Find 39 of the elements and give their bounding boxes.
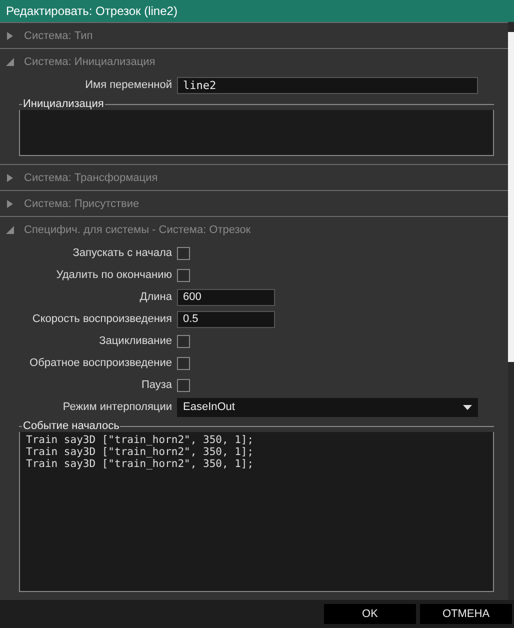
group-legend: Событие началось xyxy=(22,420,120,432)
field-label: Скорость воспроизведения xyxy=(31,313,172,325)
code-line: Train say3D ["train_horn2", 350, 1]; xyxy=(26,458,255,470)
code-line: Train say3D ["train_horn2", 350, 1]; xyxy=(26,446,255,458)
checkbox-label: Зацикливание xyxy=(98,335,172,347)
code-line: Train say3D ["train_horn2", 350, 1]; xyxy=(26,434,255,446)
collapsed-triangle-icon xyxy=(6,32,14,40)
text-field[interactable]: 0.5 xyxy=(177,310,275,328)
checkbox[interactable] xyxy=(177,334,190,348)
checkbox-label: Запускать с начала xyxy=(72,247,172,259)
dropdown[interactable]: EaseInOut xyxy=(177,398,478,416)
text-area[interactable] xyxy=(19,110,494,156)
field-label: Длина xyxy=(138,291,172,303)
expanded-triangle-icon xyxy=(6,58,14,66)
section-header[interactable]: Система: Инициализация xyxy=(0,48,508,74)
field-label: Имя переменной xyxy=(84,79,172,91)
checkbox[interactable] xyxy=(177,268,190,282)
section-header[interactable]: Система: Тип xyxy=(0,22,508,48)
checkbox[interactable] xyxy=(177,378,190,392)
section-header[interactable]: Специфич. для системы - Система: Отрезок xyxy=(0,216,508,242)
text-area[interactable]: Train say3D ["train_horn2", 350, 1]; Train say3D ["train_horn2", 350, 1]; Train say3D ["train_horn2", 350, 1]; xyxy=(19,432,494,592)
caret-icon xyxy=(463,404,472,410)
field-label: Режим интерполяции xyxy=(62,401,172,413)
checkbox[interactable] xyxy=(177,356,190,370)
checkbox-label: Обратное воспроизведение xyxy=(28,357,172,369)
text-field[interactable]: 600 xyxy=(177,288,275,306)
collapsed-triangle-icon xyxy=(6,174,14,182)
section-header[interactable]: Система: Присутствие xyxy=(0,190,508,216)
text-field[interactable]: line2 xyxy=(177,76,478,94)
section-header[interactable]: Система: Трансформация xyxy=(0,164,508,190)
checkbox-label: Удалить по окончанию xyxy=(55,269,172,281)
group-legend: Инициализация xyxy=(22,98,105,110)
window-title: Редактировать: Отрезок (line2) xyxy=(0,0,514,22)
dialog-button[interactable]: ОТМЕНА xyxy=(420,604,512,624)
dialog-button[interactable]: OK xyxy=(324,604,416,624)
checkbox-label: Пауза xyxy=(140,379,172,391)
collapsed-triangle-icon xyxy=(6,200,14,208)
checkbox[interactable] xyxy=(177,246,190,260)
expanded-triangle-icon xyxy=(6,226,14,234)
